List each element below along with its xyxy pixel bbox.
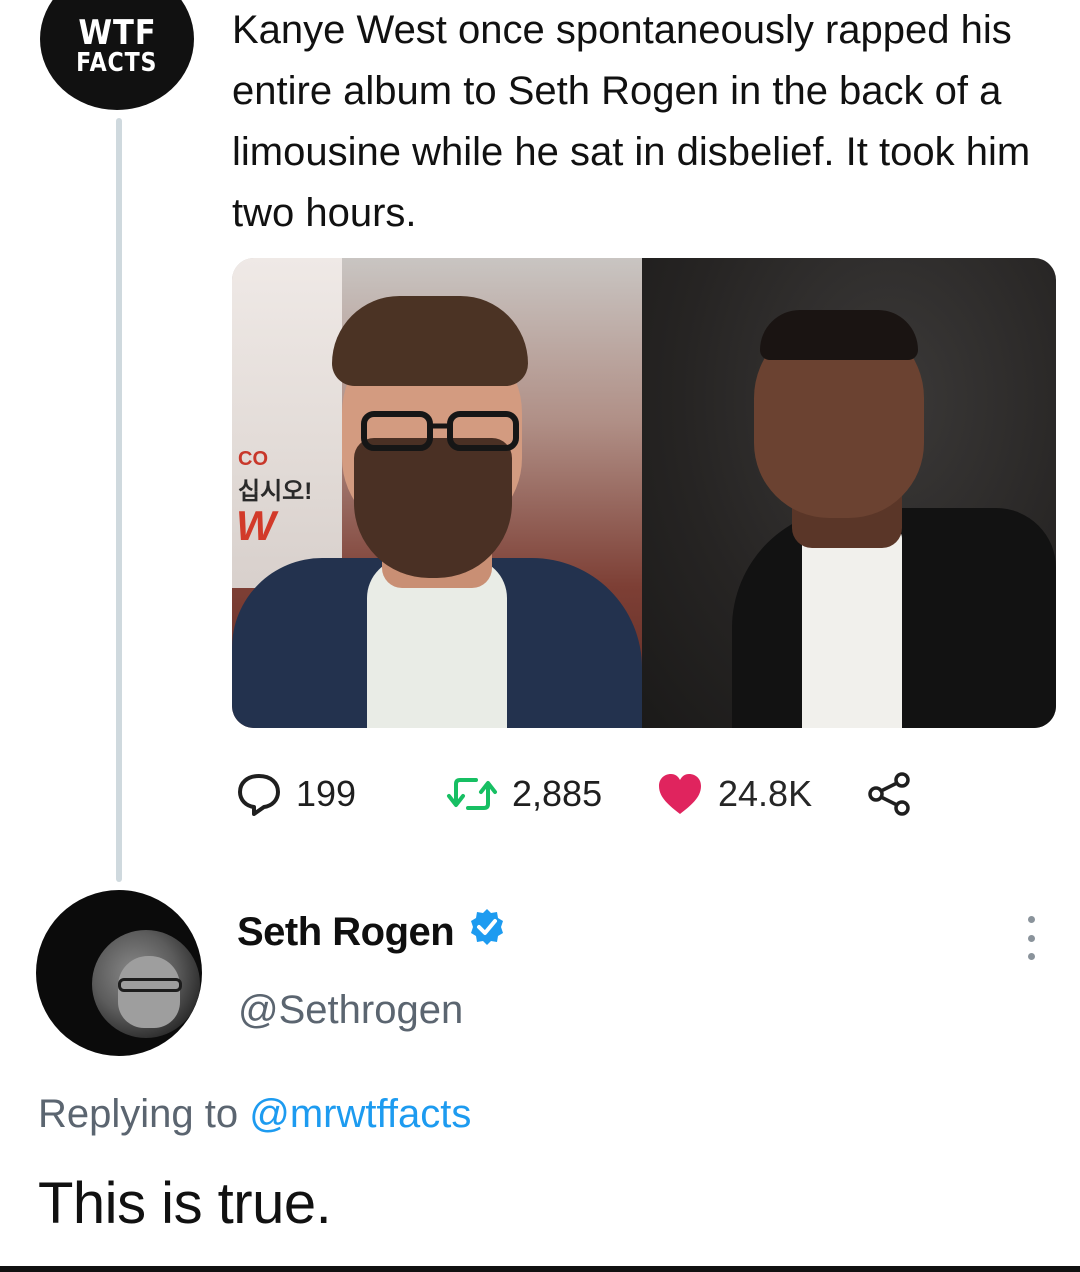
share-button[interactable] xyxy=(868,772,912,816)
sign-text: CO 십시오! xyxy=(238,448,312,506)
bottom-divider xyxy=(0,1266,1080,1272)
glasses-icon xyxy=(361,411,519,451)
retweet-button[interactable]: 2,885 xyxy=(446,773,656,815)
wtf-facts-avatar[interactable]: WTF FACTS xyxy=(40,0,194,110)
person-hair xyxy=(332,296,528,386)
sign-text-top: CO xyxy=(238,448,268,470)
avatar-text-facts: FACTS xyxy=(76,48,158,78)
more-options-icon[interactable] xyxy=(1016,916,1046,960)
tweet-action-bar: 199 2,885 24.8K xyxy=(236,764,912,824)
avatar-photo xyxy=(92,930,200,1038)
person-white-shirt xyxy=(802,528,902,728)
replying-to-prefix: Replying to xyxy=(38,1092,250,1136)
more-dot xyxy=(1027,953,1035,960)
more-dot xyxy=(1027,916,1035,923)
display-name-text: Seth Rogen xyxy=(237,909,455,954)
avatar-face xyxy=(118,956,180,1028)
more-dot xyxy=(1027,934,1035,942)
retweet-count: 2,885 xyxy=(512,773,603,814)
like-count: 24.8K xyxy=(718,773,813,814)
person-hair xyxy=(760,310,918,360)
tweet-media[interactable]: CO 십시오! W xyxy=(232,258,1056,728)
reply-author-handle[interactable]: @Sethrogen xyxy=(238,988,463,1033)
reply-count: 199 xyxy=(296,773,357,814)
avatar-glasses xyxy=(118,978,182,992)
heart-icon xyxy=(659,774,701,814)
retweet-icon xyxy=(447,778,497,810)
replying-to-mention-link[interactable]: @mrwtffacts xyxy=(249,1092,471,1136)
media-photo-kanye-west[interactable] xyxy=(642,258,1056,728)
thread-connector-line xyxy=(116,118,122,882)
share-icon xyxy=(868,772,910,816)
parent-tweet-text: Kanye West once spontaneously rapped his… xyxy=(232,8,1031,235)
reply-button[interactable]: 199 xyxy=(236,772,446,816)
sign-text-middle: 십시오! xyxy=(238,478,313,505)
replying-to-line: Replying to @mrwtffacts xyxy=(38,1092,471,1137)
verified-badge-icon xyxy=(468,908,506,956)
avatar-text-wtf: WTF xyxy=(77,13,157,53)
seth-rogen-avatar[interactable] xyxy=(36,890,202,1056)
reply-tweet-text: This is true. xyxy=(38,1171,332,1236)
person-beard xyxy=(354,438,512,578)
media-photo-seth-rogen[interactable]: CO 십시오! W xyxy=(232,258,642,728)
sign-logo: W xyxy=(236,502,276,549)
speech-bubble-icon xyxy=(238,774,280,816)
like-button[interactable]: 24.8K xyxy=(656,772,868,816)
reply-author-name[interactable]: Seth Rogen xyxy=(237,908,506,956)
